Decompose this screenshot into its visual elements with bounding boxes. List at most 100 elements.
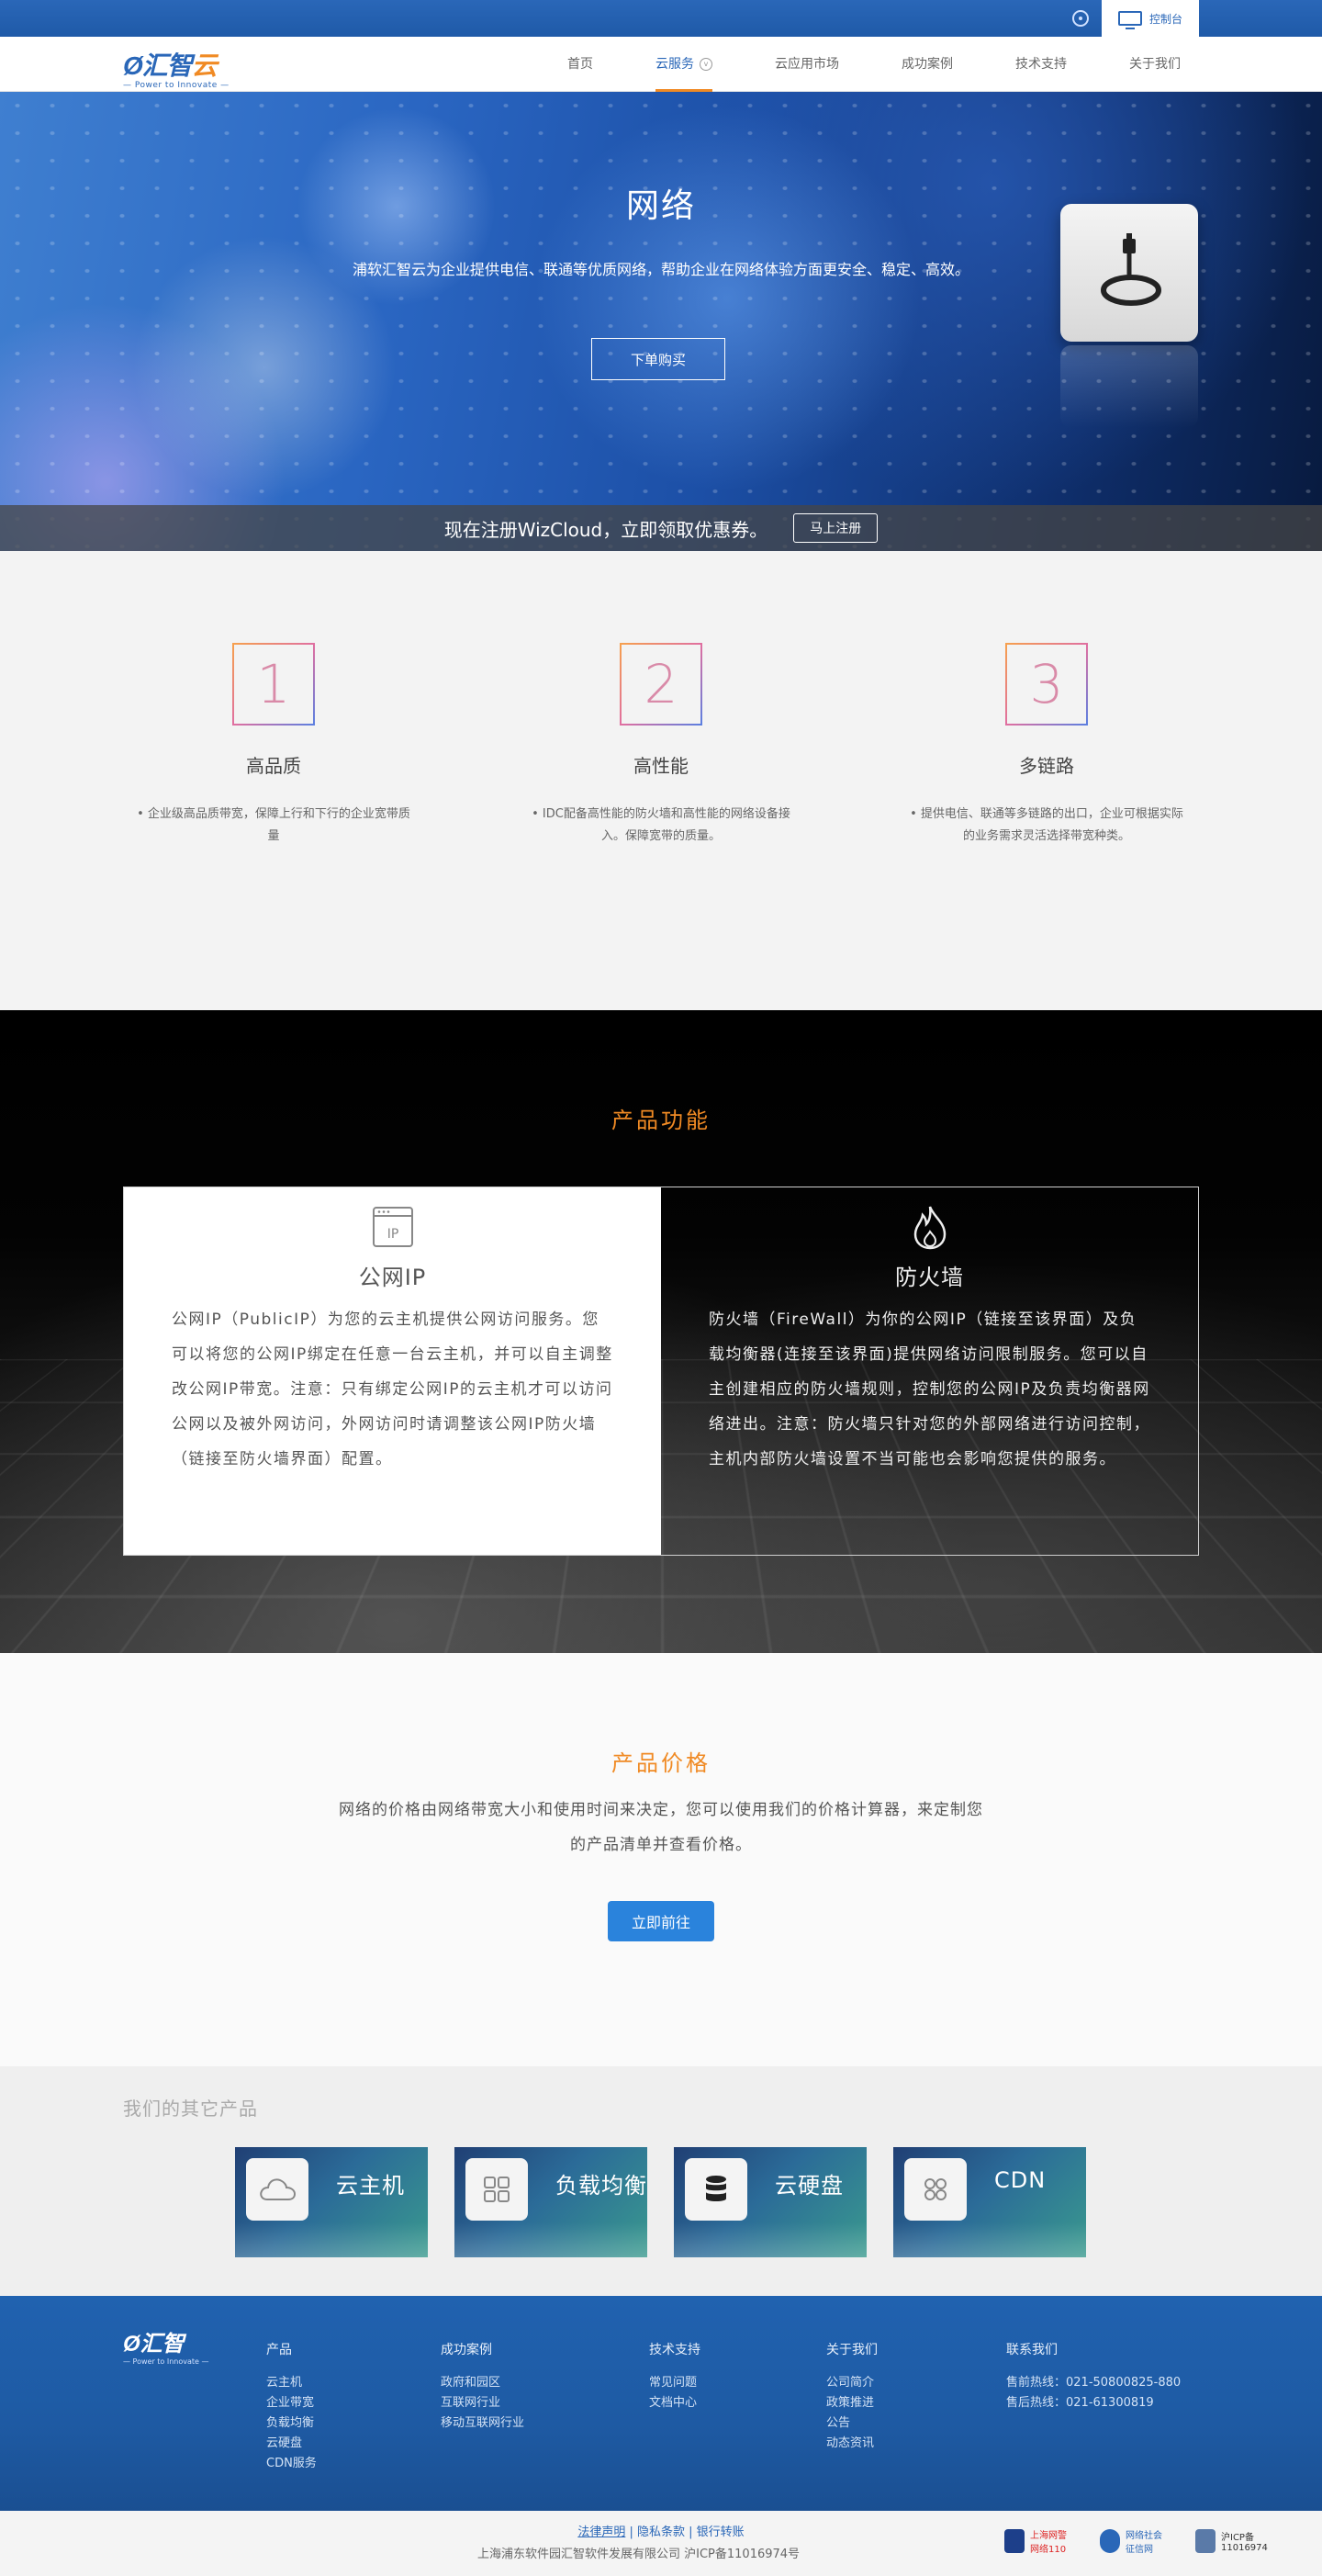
nav-item-about[interactable]: 关于我们 bbox=[1098, 37, 1212, 92]
settings-icon[interactable] bbox=[1071, 10, 1089, 27]
nav-item-cloud-services[interactable]: 云服务 v bbox=[624, 37, 744, 92]
footer: Ø汇智 — Power to Innovate — 产品 云主机 企业带宽 负载… bbox=[0, 2296, 1322, 2511]
tile-reflection bbox=[893, 2222, 1086, 2257]
nav-item-home[interactable]: 首页 bbox=[536, 37, 624, 92]
footer-link[interactable]: 云主机 bbox=[266, 2373, 317, 2393]
other-products-heading: 我们的其它产品 bbox=[123, 2098, 258, 2120]
company-info: 上海浦东软件园汇智软件发展有限公司 沪ICP备11016974号 bbox=[477, 2548, 801, 2561]
hero-banner: 网络 浦软汇智云为企业提供电信、联通等优质网络，帮助企业在网络体验方面更安全、稳… bbox=[0, 92, 1322, 551]
nav-item-cases[interactable]: 成功案例 bbox=[870, 37, 984, 92]
hero-description: 浦软汇智云为企业提供电信、联通等优质网络，帮助企业在网络体验方面更安全、稳定、高… bbox=[352, 261, 969, 278]
feature-number: 3 bbox=[1005, 643, 1088, 726]
product-tile-cdn[interactable]: CDN bbox=[893, 2147, 1086, 2257]
footer-link[interactable]: 政策推进 bbox=[826, 2393, 878, 2413]
footer-link[interactable]: 互联网行业 bbox=[441, 2393, 524, 2413]
footer-column-heading: 联系我们 bbox=[1006, 2343, 1058, 2357]
logo-mark: Ø汇智云 bbox=[123, 51, 218, 80]
icon-reflection bbox=[1060, 345, 1198, 428]
certification-badges: 上海网警 网络110 网络社会 征信网 沪ICP备 11016974 bbox=[1004, 2527, 1268, 2555]
feature-number: 2 bbox=[620, 643, 702, 726]
footer-link[interactable]: 文档中心 bbox=[649, 2393, 700, 2413]
promo-bar: 现在注册WizCloud，立即领取优惠券。 马上注册 bbox=[0, 505, 1322, 551]
product-tile-cloud-disk[interactable]: 云硬盘 bbox=[674, 2147, 867, 2257]
public-ip-panel: IP 公网IP 公网IP（PublicIP）为您的云主机提供公网访问服务。您可以… bbox=[124, 1187, 661, 1555]
pricing-section: 产品价格 网络的价格由网络带宽大小和使用时间来决定，您可以使用我们的价格计算器，… bbox=[0, 1653, 1322, 2066]
console-label: 控制台 bbox=[1148, 12, 1182, 26]
product-name: 云主机 bbox=[336, 2173, 405, 2199]
footer-link[interactable]: CDN服务 bbox=[266, 2454, 317, 2474]
svg-text:IP: IP bbox=[387, 1227, 398, 1242]
tile-reflection bbox=[235, 2222, 428, 2257]
footer-column-heading: 技术支持 bbox=[649, 2343, 700, 2357]
footer-column-products: 产品 云主机 企业带宽 负载均衡 云硬盘 CDN服务 bbox=[266, 2340, 317, 2474]
icp-badge[interactable]: 沪ICP备 11016974 bbox=[1195, 2527, 1268, 2555]
pricing-heading: 产品价格 bbox=[611, 1750, 711, 1776]
feature-item: 2 高性能 • IDC配备高性能的防火墙和高性能的网络设备接入。保障宽带的质量。 bbox=[523, 643, 799, 848]
functions-heading: 产品功能 bbox=[611, 1108, 711, 1133]
footer-column-heading: 产品 bbox=[266, 2343, 292, 2357]
console-button[interactable]: 控制台 bbox=[1102, 0, 1199, 37]
footer-link[interactable]: 政府和园区 bbox=[441, 2373, 524, 2393]
feature-item: 1 高品质 • 企业级高品质带宽，保障上行和下行的企业宽带质量 bbox=[136, 643, 411, 848]
separator: | bbox=[625, 2525, 637, 2539]
database-icon bbox=[685, 2158, 747, 2221]
tile-reflection bbox=[454, 2222, 647, 2257]
product-tile-load-balancer[interactable]: 负载均衡 bbox=[454, 2147, 647, 2257]
ip-icon: IP bbox=[172, 1204, 613, 1250]
nav-item-support[interactable]: 技术支持 bbox=[984, 37, 1098, 92]
footer-link[interactable]: 移动互联网行业 bbox=[441, 2413, 524, 2434]
promo-text: 现在注册WizCloud，立即领取优惠券。 bbox=[443, 518, 768, 541]
presale-hotline: 售前热线：021-50800825-880 bbox=[1006, 2376, 1182, 2390]
credit-badge[interactable]: 网络社会 征信网 bbox=[1100, 2527, 1168, 2555]
top-bar: 登录 | 注册 控制台 bbox=[0, 0, 1322, 37]
footer-link[interactable]: 云硬盘 bbox=[266, 2434, 317, 2454]
nodes-icon bbox=[904, 2158, 967, 2221]
other-products-section: 我们的其它产品 云主机 负载均衡 云硬盘 CDN bbox=[0, 2066, 1322, 2296]
chevron-down-icon: v bbox=[700, 58, 712, 71]
footer-column-cases: 成功案例 政府和园区 互联网行业 移动互联网行业 bbox=[441, 2340, 524, 2434]
footer-link[interactable]: 负载均衡 bbox=[266, 2413, 317, 2434]
firewall-text: 防火墙（FireWall）为你的公网IP（链接至该界面）及负载均衡器(连接至该界… bbox=[709, 1310, 1150, 1468]
main-nav: Ø汇智云 — Power to Innovate — 首页 云服务 v 云应用市场… bbox=[0, 37, 1322, 92]
feature-description: • 提供电信、联通等多链路的出口，企业可根据实际的业务需求灵活选择带宽种类。 bbox=[910, 807, 1183, 843]
feature-description: • IDC配备高性能的防火墙和高性能的网络设备接入。保障宽带的质量。 bbox=[532, 807, 790, 843]
pricing-text: 网络的价格由网络带宽大小和使用时间来决定，您可以使用我们的价格计算器，来定制您的… bbox=[339, 1801, 983, 1854]
go-now-button[interactable]: 立即前往 bbox=[608, 1901, 714, 1941]
feature-number: 1 bbox=[232, 643, 315, 726]
flame-icon bbox=[709, 1204, 1150, 1250]
feature-title: 高性能 bbox=[633, 755, 689, 777]
logo[interactable]: Ø汇智云 — Power to Innovate — bbox=[123, 46, 241, 90]
privacy-link[interactable]: 隐私条款 bbox=[637, 2525, 685, 2539]
nav-item-app-market[interactable]: 云应用市场 bbox=[744, 37, 870, 92]
logo-tagline: — Power to Innovate — bbox=[123, 81, 230, 90]
bank-transfer-link[interactable]: 银行转账 bbox=[697, 2525, 745, 2539]
functions-box: IP 公网IP 公网IP（PublicIP）为您的云主机提供公网访问服务。您可以… bbox=[123, 1187, 1199, 1556]
grid-icon bbox=[465, 2158, 528, 2221]
public-ip-title: 公网IP bbox=[358, 1265, 427, 1290]
footer-logo-tagline: — Power to Innovate — bbox=[123, 2357, 209, 2366]
legal-bar: 法律声明 | 隐私条款 | 银行转账 上海浦东软件园汇智软件发展有限公司 沪IC… bbox=[0, 2511, 1322, 2576]
footer-link[interactable]: 常见问题 bbox=[649, 2373, 700, 2393]
product-functions-section: 产品功能 IP 公网IP 公网IP（PublicIP）为您的云主机提供公网访问服… bbox=[0, 1010, 1322, 1653]
footer-link[interactable]: 公告 bbox=[826, 2413, 878, 2434]
network-cable-icon bbox=[1060, 204, 1198, 342]
footer-link[interactable]: 动态资讯 bbox=[826, 2434, 878, 2454]
firewall-title: 防火墙 bbox=[895, 1265, 964, 1290]
footer-logo[interactable]: Ø汇智 — Power to Innovate — bbox=[123, 2325, 208, 2366]
footer-column-support: 技术支持 常见问题 文档中心 bbox=[649, 2340, 700, 2413]
register-now-button[interactable]: 马上注册 bbox=[793, 513, 879, 543]
footer-column-about: 关于我们 公司简介 政策推进 公告 动态资讯 bbox=[826, 2340, 878, 2454]
product-tile-cloud-host[interactable]: 云主机 bbox=[235, 2147, 428, 2257]
footer-column-heading: 关于我们 bbox=[826, 2343, 878, 2357]
feature-title: 多链路 bbox=[1019, 755, 1074, 777]
shield-icon bbox=[1100, 2529, 1120, 2553]
footer-link[interactable]: 企业带宽 bbox=[266, 2393, 317, 2413]
police-badge[interactable]: 上海网警 网络110 bbox=[1004, 2527, 1072, 2555]
buy-button[interactable]: 下单购买 bbox=[591, 338, 725, 380]
footer-link[interactable]: 公司简介 bbox=[826, 2373, 878, 2393]
footer-column-heading: 成功案例 bbox=[441, 2343, 492, 2357]
product-name: 负载均衡 bbox=[555, 2173, 647, 2199]
monitor-icon bbox=[1117, 11, 1142, 29]
public-ip-text: 公网IP（PublicIP）为您的云主机提供公网访问服务。您可以将您的公网IP绑… bbox=[172, 1310, 613, 1468]
legal-statement-link[interactable]: 法律声明 bbox=[577, 2525, 625, 2539]
